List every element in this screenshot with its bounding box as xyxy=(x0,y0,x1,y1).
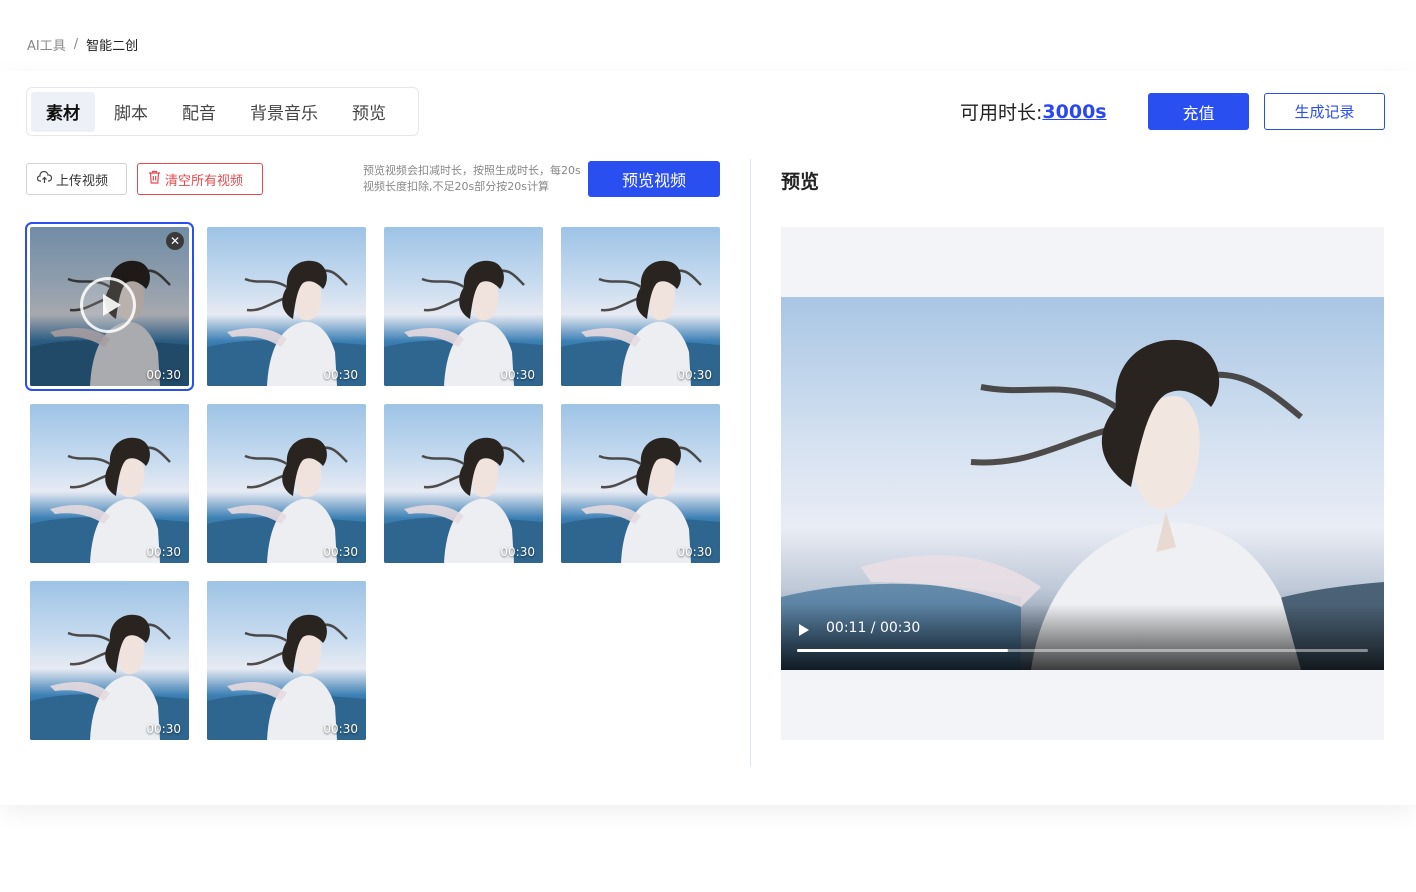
main-card: 素材 脚本 配音 背景音乐 预览 可用时长: 3000s 充值 生成记录 上传视… xyxy=(0,71,1416,805)
breadcrumb: AI工具 / 智能二创 xyxy=(27,35,138,54)
play-circle-icon[interactable] xyxy=(80,277,136,333)
recharge-button[interactable]: 充值 xyxy=(1148,93,1249,130)
thumbnail-duration: 00:30 xyxy=(323,545,358,559)
thumbnail-duration: 00:30 xyxy=(323,722,358,736)
duration-label: 可用时长: xyxy=(960,102,1043,124)
tab-bar: 素材 脚本 配音 背景音乐 预览 xyxy=(26,87,419,136)
video-thumbnail[interactable]: 00:30 xyxy=(30,581,189,740)
video-thumbnail[interactable]: 00:30 xyxy=(561,404,720,563)
video-controls: 00:11 / 00:30 xyxy=(781,604,1384,670)
tab-material[interactable]: 素材 xyxy=(31,91,95,132)
thumbnail-duration: 00:30 xyxy=(677,368,712,382)
video-thumbnail[interactable]: 00:30 xyxy=(207,581,366,740)
clear-all-videos-button[interactable]: 清空所有视频 xyxy=(137,163,263,195)
preview-panel: 00:11 / 00:30 xyxy=(781,227,1384,740)
video-thumbnail[interactable]: 00:30 xyxy=(384,404,543,563)
tab-background-music[interactable]: 背景音乐 xyxy=(235,92,333,132)
video-progress-bar[interactable] xyxy=(797,649,1368,652)
breadcrumb-current: 智能二创 xyxy=(86,39,139,54)
preview-hint-text: 预览视频会扣减时长，按照生成时长，每20s视频长度扣除,不足20s部分按20s计… xyxy=(363,164,581,193)
tab-preview[interactable]: 预览 xyxy=(337,92,401,132)
video-progress-fill xyxy=(797,649,1009,652)
available-duration: 可用时长: 3000s xyxy=(960,98,1107,125)
upload-video-label: 上传视频 xyxy=(56,173,109,189)
duration-value[interactable]: 3000s xyxy=(1042,101,1106,123)
breadcrumb-separator: / xyxy=(73,37,79,52)
breadcrumb-root[interactable]: AI工具 xyxy=(27,35,66,54)
history-button[interactable]: 生成记录 xyxy=(1264,93,1385,130)
clear-all-videos-label: 清空所有视频 xyxy=(165,173,244,189)
video-thumbnail[interactable]: ✕ 00:30 xyxy=(25,222,194,391)
video-thumbnail[interactable]: 00:30 xyxy=(30,404,189,563)
remove-video-icon[interactable]: ✕ xyxy=(166,232,184,250)
tab-script[interactable]: 脚本 xyxy=(99,92,163,132)
thumbnail-duration: 00:30 xyxy=(146,722,181,736)
thumbnail-duration: 00:30 xyxy=(500,368,535,382)
video-thumbnail[interactable]: 00:30 xyxy=(561,227,720,386)
thumbnail-duration: 00:30 xyxy=(146,545,181,559)
video-player[interactable]: 00:11 / 00:30 xyxy=(781,297,1384,670)
video-thumbnail[interactable]: 00:30 xyxy=(207,227,366,386)
preview-video-button[interactable]: 预览视频 xyxy=(588,161,720,197)
video-time: 00:11 / 00:30 xyxy=(826,620,921,636)
play-icon[interactable] xyxy=(799,624,809,636)
preview-title: 预览 xyxy=(781,171,820,193)
thumbnail-duration: 00:30 xyxy=(677,545,712,559)
cloud-upload-icon xyxy=(36,170,53,188)
video-thumbnail[interactable]: 00:30 xyxy=(384,227,543,386)
thumbnail-duration: 00:30 xyxy=(146,368,181,382)
thumbnail-duration: 00:30 xyxy=(323,368,358,382)
upload-video-button[interactable]: 上传视频 xyxy=(26,163,127,195)
trash-icon xyxy=(148,170,161,188)
thumbnail-duration: 00:30 xyxy=(500,545,535,559)
tab-voiceover[interactable]: 配音 xyxy=(167,92,231,132)
video-thumbnail[interactable]: 00:30 xyxy=(207,404,366,563)
panel-divider xyxy=(750,159,751,766)
